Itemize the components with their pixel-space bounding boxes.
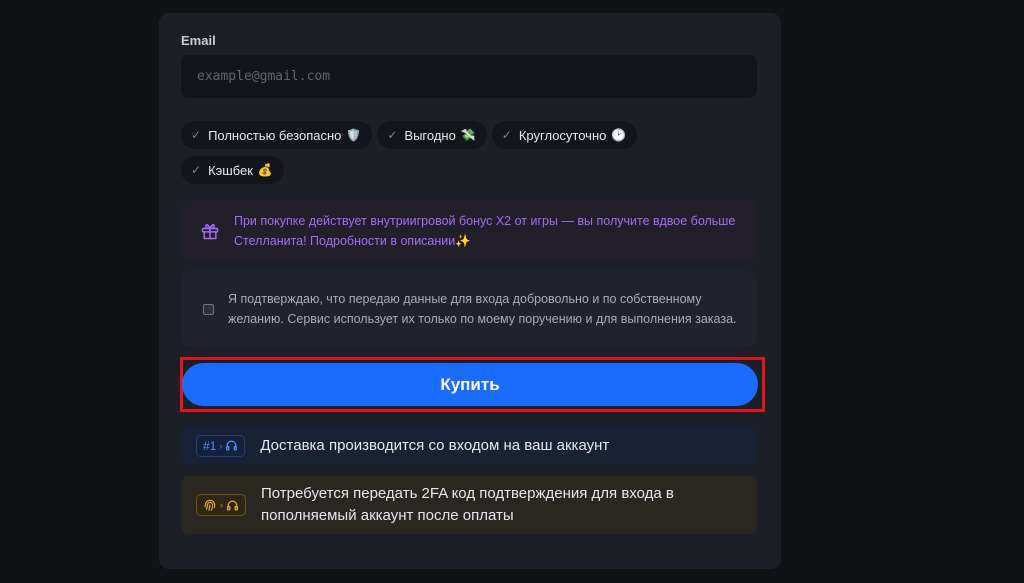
email-label: Email — [181, 33, 216, 48]
info-delivery-text: Доставка производится со входом на ваш а… — [260, 436, 610, 454]
chevron-right-icon: › — [220, 500, 223, 510]
chip-safe: ✓ Полностью безопасно 🛡️ — [181, 121, 373, 149]
chip-label: Кэшбек — [208, 162, 253, 178]
shield-icon: 🛡️ — [346, 128, 362, 142]
check-icon: ✓ — [191, 128, 202, 142]
chip-label: Полностью безопасно — [208, 127, 342, 143]
headphones-icon — [226, 500, 239, 510]
money-bag-icon: 💰 — [257, 163, 273, 177]
consent-text: Я подтверждаю, что передаю данные для вх… — [228, 292, 737, 326]
info-delivery: #1 › Доставка производится со входом на … — [181, 426, 757, 465]
check-icon: ✓ — [501, 128, 512, 142]
step-badge: #1 › — [196, 434, 246, 457]
headphones-icon — [226, 440, 238, 451]
order-form-card: Email ✓ Полностью безопасно 🛡️ ✓ Выгодно… — [159, 13, 781, 569]
step-badge: › — [196, 494, 246, 516]
feature-chips: ✓ Полностью безопасно 🛡️ ✓ Выгодно 💸 ✓ К… — [181, 121, 681, 184]
consent-box[interactable]: Я подтверждаю, что передаю данные для вх… — [181, 271, 757, 347]
chip-label: Круглосуточно — [518, 127, 607, 143]
check-icon: ✓ — [191, 163, 202, 177]
clock-icon: 🕑 — [611, 128, 627, 142]
chip-cashback: ✓ Кэшбек 💰 — [181, 156, 284, 184]
info-2fa: › Потребуется передать 2FA код подтвержд… — [181, 476, 757, 534]
money-wings-icon: 💸 — [460, 128, 476, 142]
email-input[interactable] — [181, 55, 757, 98]
chip-profitable: ✓ Выгодно 💸 — [377, 121, 487, 149]
step-number: #1 — [203, 438, 217, 453]
fingerprint-icon — [204, 499, 216, 511]
buy-button[interactable]: Купить — [182, 363, 758, 406]
bonus-notice: При покупке действует внутриигровой бону… — [181, 200, 757, 262]
chip-label: Выгодно — [404, 127, 456, 143]
check-icon: ✓ — [387, 128, 398, 142]
consent-checkbox[interactable] — [203, 303, 214, 315]
chevron-right-icon: › — [219, 440, 223, 451]
info-2fa-text: Потребуется передать 2FA код подтвержден… — [261, 485, 674, 524]
bonus-text: При покупке действует внутриигровой бону… — [234, 214, 736, 248]
chip-24-7: ✓ Круглосуточно 🕑 — [491, 121, 638, 149]
gift-icon — [201, 224, 219, 240]
